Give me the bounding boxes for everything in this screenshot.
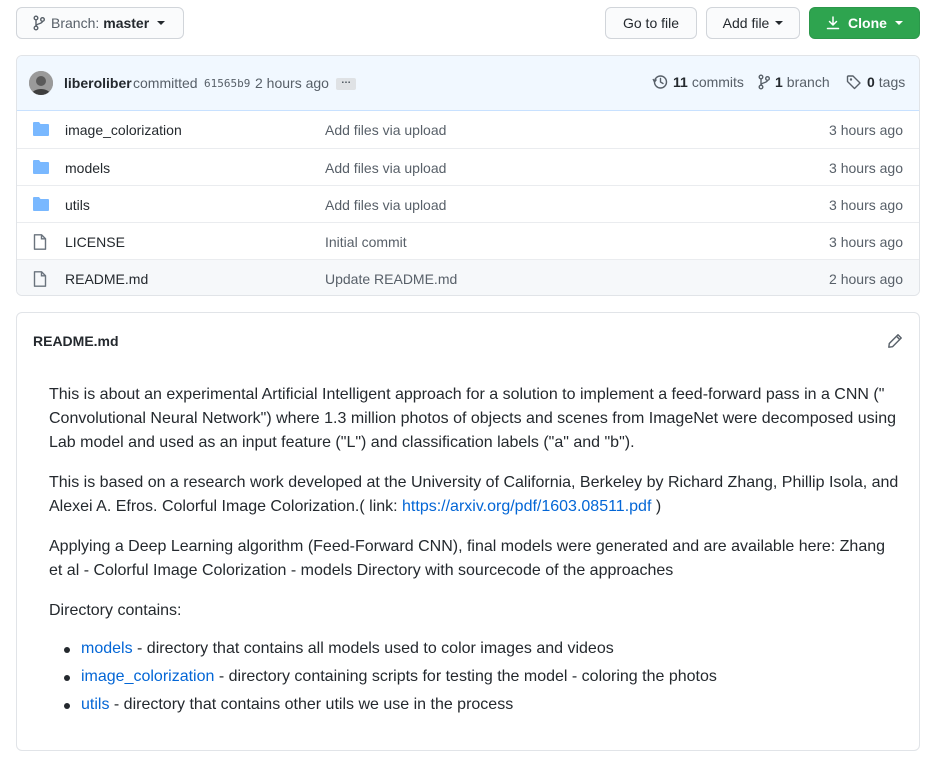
readme-paragraph: This is based on a research work develop…	[49, 471, 899, 519]
avatar[interactable]	[29, 71, 53, 95]
file-row[interactable]: LICENSE Initial commit 3 hours ago	[17, 222, 919, 259]
file-name-link[interactable]: README.md	[65, 271, 148, 287]
branch-label: branch	[786, 74, 830, 90]
folder-icon	[33, 160, 49, 174]
add-file-label: Add file	[722, 15, 770, 31]
clone-button[interactable]: Clone	[809, 7, 920, 39]
file-name-link[interactable]: LICENSE	[65, 234, 125, 250]
readme-paragraph: Applying a Deep Learning algorithm (Feed…	[49, 538, 886, 579]
file-age: 3 hours ago	[829, 122, 903, 138]
file-row[interactable]: models Add files via upload 3 hours ago	[17, 148, 919, 185]
readme-content: This is about an experimental Artificial…	[49, 383, 899, 721]
list-item-text: - directory that contains other utils we…	[109, 696, 514, 713]
file-icon	[33, 271, 47, 287]
tags-label: tags	[878, 74, 906, 90]
file-row[interactable]: image_colorization Add files via upload …	[17, 111, 919, 148]
commit-time: 2 hours ago	[255, 75, 329, 91]
commits-label: commits	[691, 74, 744, 90]
file-row[interactable]: README.md Update README.md 2 hours ago	[17, 259, 919, 295]
latest-commit-bar: liberoliber committed 61565b9 2 hours ag…	[17, 56, 919, 111]
list-item-text: - directory containing scripts for testi…	[214, 668, 717, 685]
file-age: 3 hours ago	[829, 197, 903, 213]
git-branch-icon	[33, 15, 45, 31]
git-branch-icon	[758, 74, 770, 90]
commit-author-link[interactable]: liberoliber	[64, 75, 132, 91]
commit-verb: committed	[133, 75, 198, 91]
pencil-icon[interactable]	[887, 333, 903, 349]
file-age: 3 hours ago	[829, 160, 903, 176]
commits-link[interactable]: 11 commits	[652, 74, 744, 90]
commit-sha-link[interactable]: 61565b9	[204, 77, 250, 90]
readme-title[interactable]: README.md	[33, 333, 119, 349]
image-colorization-link[interactable]: image_colorization	[81, 668, 214, 685]
readme-panel: README.md This is about an experimental …	[16, 312, 920, 751]
history-icon	[652, 75, 668, 89]
file-navigation-toolbar: Branch: master Go to file Add file Clone	[16, 7, 920, 39]
folder-icon	[33, 197, 49, 211]
file-row[interactable]: utils Add files via upload 3 hours ago	[17, 185, 919, 222]
utils-link[interactable]: utils	[81, 696, 109, 713]
file-icon	[33, 234, 47, 250]
file-rows: image_colorization Add files via upload …	[17, 111, 919, 295]
branch-prefix: Branch:	[51, 15, 100, 31]
download-icon	[826, 16, 840, 30]
triangle-down-icon	[157, 21, 166, 25]
tags-count: 0	[867, 74, 875, 90]
file-name-link[interactable]: image_colorization	[65, 122, 182, 138]
commit-message-link[interactable]: Add files via upload	[325, 197, 446, 213]
tag-icon	[846, 75, 861, 90]
branch-name: master	[103, 15, 150, 31]
commit-message-link[interactable]: Initial commit	[325, 234, 407, 250]
folder-icon	[33, 122, 49, 136]
triangle-down-icon	[775, 21, 784, 25]
commit-message-link[interactable]: Add files via upload	[325, 122, 446, 138]
branches-link[interactable]: 1 branch	[758, 74, 830, 90]
branch-select-button[interactable]: Branch: master	[16, 7, 184, 39]
branch-count: 1	[775, 74, 783, 90]
commit-message-link[interactable]: Update README.md	[325, 271, 457, 287]
commit-message-link[interactable]: Add files via upload	[325, 160, 446, 176]
list-item-text: - directory that contains all models use…	[132, 640, 614, 657]
directory-list: models - directory that contains all mod…	[49, 637, 899, 717]
file-name-link[interactable]: models	[65, 160, 110, 176]
readme-paragraph: This is about an experimental Artificial…	[49, 386, 896, 451]
models-link[interactable]: models	[81, 640, 133, 657]
list-item: image_colorization - directory containin…	[49, 665, 899, 689]
list-item: utils - directory that contains other ut…	[49, 693, 899, 717]
readme-text: )	[651, 498, 662, 515]
file-age: 3 hours ago	[829, 234, 903, 250]
go-to-file-button[interactable]: Go to file	[605, 7, 697, 39]
commit-message-expander[interactable]: …	[336, 76, 356, 90]
arxiv-link[interactable]: https://arxiv.org/pdf/1603.08511.pdf	[402, 498, 651, 515]
commits-count: 11	[673, 74, 688, 90]
file-age: 2 hours ago	[829, 271, 903, 287]
triangle-down-icon	[894, 21, 903, 25]
tags-link[interactable]: 0 tags	[846, 74, 905, 90]
file-listing: liberoliber committed 61565b9 2 hours ag…	[16, 55, 920, 296]
file-name-link[interactable]: utils	[65, 197, 90, 213]
repository-page: Branch: master Go to file Add file Clone	[0, 0, 929, 761]
list-item: models - directory that contains all mod…	[49, 637, 899, 661]
add-file-button[interactable]: Add file	[706, 7, 800, 39]
go-to-file-label: Go to file	[622, 15, 680, 31]
readme-paragraph: Directory contains:	[49, 602, 182, 619]
clone-label: Clone	[848, 15, 887, 31]
